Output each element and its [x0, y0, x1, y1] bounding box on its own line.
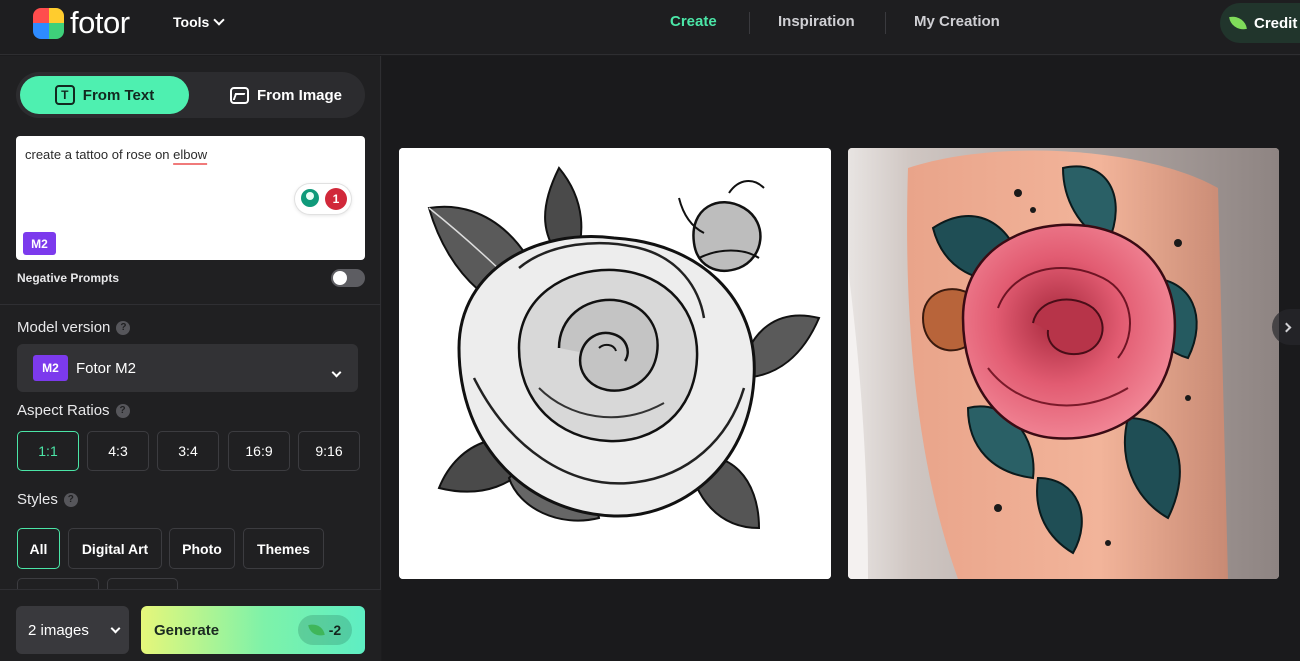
credit-cost: -2 — [298, 615, 352, 645]
tools-label: Tools — [173, 14, 210, 30]
ratio-16-9[interactable]: 16:9 — [228, 431, 290, 471]
chevron-down-icon — [110, 623, 121, 634]
credits-label: Credit — [1254, 14, 1298, 32]
model-badge: M2 — [33, 355, 68, 381]
chevron-down-icon — [213, 14, 225, 26]
help-icon[interactable]: ? — [115, 403, 130, 418]
result-image-2[interactable] — [848, 148, 1279, 579]
style-all[interactable]: All — [17, 528, 60, 569]
image-count-select[interactable]: 2 images — [16, 606, 129, 654]
next-image-button[interactable] — [1272, 309, 1300, 345]
flagged-word[interactable]: elbow — [173, 147, 207, 162]
leaf-icon — [308, 623, 325, 637]
tab-from-text-label: From Text — [82, 86, 155, 104]
image-count-label: 2 images — [28, 621, 89, 639]
fotor-logo-icon — [33, 7, 64, 39]
prompt-text[interactable]: create a tattoo of rose on elbow — [25, 147, 207, 162]
nav-inspiration[interactable]: Inspiration — [778, 13, 855, 30]
chevron-right-icon — [1281, 322, 1291, 332]
mode-switch: T From Text From Image — [16, 72, 365, 118]
ratio-3-4[interactable]: 3:4 — [157, 431, 219, 471]
prompt-text-main: create a tattoo of rose on — [25, 147, 174, 162]
model-name: Fotor M2 — [76, 359, 137, 377]
nav-create[interactable]: Create — [670, 13, 717, 30]
settings-panel: T From Text From Image create a tattoo o… — [0, 56, 381, 661]
model-version-label: Model version ? — [17, 319, 131, 336]
styles-label: Styles ? — [17, 491, 78, 508]
credits-button[interactable]: Credit — [1220, 3, 1300, 43]
fotor-logo[interactable]: fotor — [33, 5, 130, 40]
leaf-icon — [1229, 14, 1247, 32]
tools-menu[interactable]: Tools — [173, 14, 225, 30]
style-digital-art[interactable]: Digital Art — [68, 528, 162, 569]
bw-rose-illustration — [399, 148, 831, 579]
help-icon[interactable]: ? — [116, 320, 131, 335]
nav-divider — [885, 12, 886, 34]
aspect-ratios-label: Aspect Ratios ? — [17, 402, 130, 419]
nav-my-creation[interactable]: My Creation — [914, 13, 1000, 30]
image-icon — [229, 86, 249, 104]
negative-prompts-label: Negative Prompts — [17, 271, 120, 285]
model-badge: M2 — [23, 232, 56, 255]
ratio-9-16[interactable]: 9:16 — [298, 431, 360, 471]
credit-cost-value: -2 — [328, 622, 342, 638]
lightbulb-icon — [301, 189, 319, 207]
nav-divider — [749, 12, 750, 34]
generate-button[interactable]: Generate -2 — [141, 606, 365, 654]
text-icon: T — [54, 85, 75, 105]
prompt-input[interactable]: create a tattoo of rose on elbow 1 M2 — [16, 136, 365, 260]
model-select[interactable]: M2 Fotor M2 — [17, 344, 358, 392]
result-image-1[interactable] — [399, 148, 831, 579]
color-rose-tattoo — [848, 148, 1279, 579]
style-themes[interactable]: Themes — [243, 528, 324, 569]
ratio-4-3[interactable]: 4:3 — [87, 431, 149, 471]
negative-prompts-toggle[interactable] — [331, 269, 365, 287]
issue-count-badge: 1 — [325, 188, 347, 210]
model-version-text: Model version — [17, 319, 111, 336]
logo-text: fotor — [70, 5, 130, 40]
tab-from-image[interactable]: From Image — [206, 76, 366, 114]
chevron-down-icon — [331, 363, 342, 381]
divider — [0, 304, 381, 305]
generate-footer: 2 images Generate -2 — [0, 589, 381, 661]
aspect-ratios-text: Aspect Ratios — [17, 402, 110, 419]
generate-label: Generate — [154, 621, 220, 639]
styles-text: Styles — [17, 491, 58, 508]
style-photo[interactable]: Photo — [169, 528, 235, 569]
ratio-1-1[interactable]: 1:1 — [17, 431, 79, 471]
tab-from-image-label: From Image — [256, 86, 343, 104]
tab-from-text[interactable]: T From Text — [20, 76, 189, 114]
top-bar: fotor Tools Create Inspiration My Creati… — [0, 0, 1300, 55]
results-canvas — [382, 56, 1300, 661]
help-icon[interactable]: ? — [63, 492, 78, 507]
grammar-checker[interactable]: 1 — [295, 184, 351, 214]
